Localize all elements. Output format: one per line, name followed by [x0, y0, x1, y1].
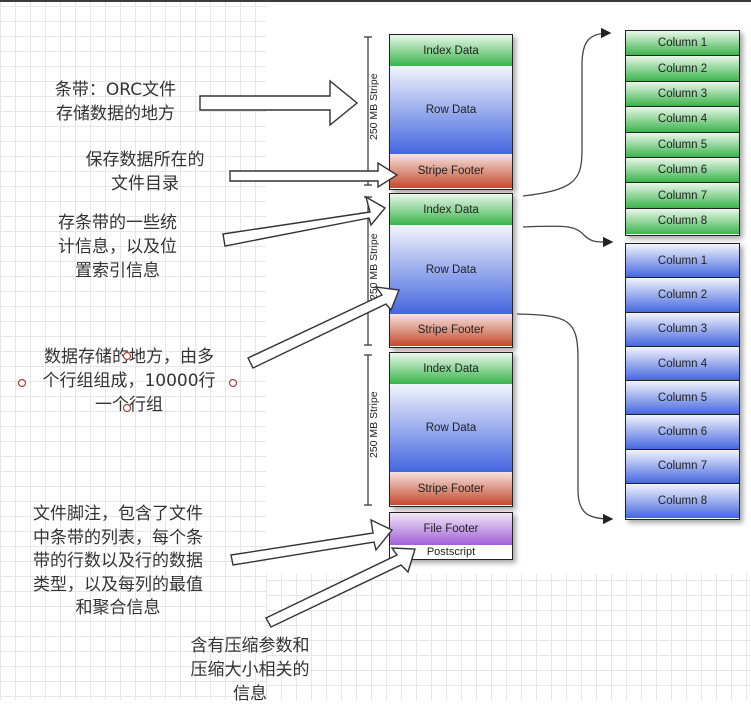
- connector-row-to-columns-top: [522, 225, 614, 248]
- arrow-stripe-annotation[interactable]: [199, 79, 359, 127]
- arrow-stripe-footer-annotation[interactable]: [229, 161, 399, 189]
- arrow-file-footer-annotation[interactable]: [230, 518, 394, 566]
- connectors-layer: [199, 27, 614, 628]
- connector-index-to-columns: [522, 27, 612, 197]
- arrow-index-data-annotation[interactable]: [222, 195, 387, 247]
- arrow-postscript-annotation[interactable]: [265, 547, 416, 628]
- connector-row-to-columns-bottom: [516, 313, 614, 525]
- arrow-row-data-annotation[interactable]: [247, 286, 400, 369]
